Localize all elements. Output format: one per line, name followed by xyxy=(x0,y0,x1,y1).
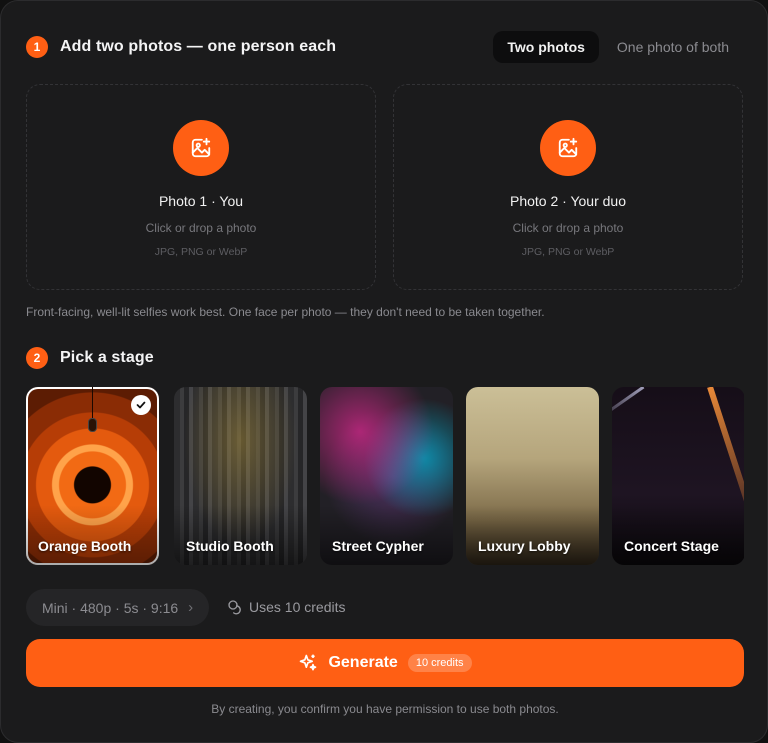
check-icon xyxy=(131,395,151,415)
stage-shade xyxy=(320,505,453,565)
coins-icon xyxy=(228,600,241,615)
stage-shade xyxy=(612,505,744,565)
chevron-right-icon: › xyxy=(188,599,194,616)
image-add-icon xyxy=(173,120,229,176)
credits-usage-text: Uses 10 credits xyxy=(249,599,346,615)
generate-label: Generate xyxy=(328,654,398,671)
stage-label: Street Cypher xyxy=(332,538,424,554)
generation-settings-button[interactable]: Mini · 480p · 5s · 9:16 › xyxy=(26,589,210,626)
generate-cost-badge: 10 credits xyxy=(407,654,472,672)
stage-card-luxury-lobby[interactable]: Luxury Lobby xyxy=(466,387,599,565)
generate-button[interactable]: Generate 10 credits xyxy=(26,639,744,687)
photo-2-dropzone[interactable]: Photo 2 · Your duo Click or drop a photo… xyxy=(393,84,743,290)
stage-card-concert-stage[interactable]: Concert Stage xyxy=(612,387,744,565)
credits-usage-note: Uses 10 credits xyxy=(227,599,345,615)
step-2-number: 2 xyxy=(26,347,48,369)
stage-carousel[interactable]: Orange Booth Studio Booth Street Cypher … xyxy=(26,387,744,565)
step-2-title: Pick a stage xyxy=(60,349,154,366)
booth-pendant xyxy=(92,387,93,419)
mode-one-photo-button[interactable]: One photo of both xyxy=(603,31,743,63)
stage-label: Studio Booth xyxy=(186,538,274,554)
permission-disclaimer: By creating, you confirm you have permis… xyxy=(211,702,559,716)
photo-mode-toggle: Two photos One photo of both xyxy=(493,31,743,63)
create-panel: 1 Add two photos — one person each Two p… xyxy=(0,0,768,743)
stage-shade xyxy=(26,505,159,565)
photo-2-subtitle: Click or drop a photo xyxy=(512,221,624,235)
step-1-header: 1 Add two photos — one person each xyxy=(26,36,336,58)
step-1-title: Add two photos — one person each xyxy=(60,38,337,55)
photo-2-title: Photo 2 · Your duo xyxy=(510,193,626,209)
photo-2-formats: JPG, PNG or WebP xyxy=(521,246,615,258)
photo-1-dropzone[interactable]: Photo 1 · You Click or drop a photo JPG,… xyxy=(26,84,376,290)
stage-label: Luxury Lobby xyxy=(478,538,571,554)
step-1-number: 1 xyxy=(26,36,48,58)
photo-tips-hint: Front-facing, well-lit selfies work best… xyxy=(26,305,545,319)
sparkle-icon xyxy=(300,654,317,671)
booth-bulb xyxy=(88,418,97,432)
photo-1-title: Photo 1 · You xyxy=(158,193,244,209)
stage-card-orange-booth[interactable]: Orange Booth xyxy=(26,387,159,565)
settings-summary: Mini · 480p · 5s · 9:16 xyxy=(42,599,179,616)
mode-two-photos-button[interactable]: Two photos xyxy=(493,31,599,63)
stage-card-studio-booth[interactable]: Studio Booth xyxy=(174,387,307,565)
photo-1-formats: JPG, PNG or WebP xyxy=(154,246,248,258)
stage-label: Concert Stage xyxy=(624,538,719,554)
stage-shade xyxy=(174,505,307,565)
stage-shade xyxy=(466,505,599,565)
stage-label: Orange Booth xyxy=(38,538,132,554)
stage-light-beam xyxy=(612,387,645,423)
photo-1-subtitle: Click or drop a photo xyxy=(145,221,257,235)
image-add-icon xyxy=(540,120,596,176)
stage-card-street-cypher[interactable]: Street Cypher xyxy=(320,387,453,565)
step-2-header: 2 Pick a stage xyxy=(26,347,154,369)
